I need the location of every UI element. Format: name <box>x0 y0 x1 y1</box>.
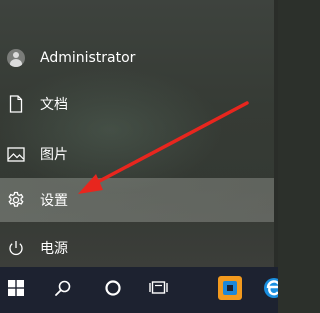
menu-edge <box>274 0 278 267</box>
task-view-icon <box>149 280 169 300</box>
user-name: Administrator <box>40 50 136 66</box>
picture-icon <box>6 144 26 164</box>
edge-browser-icon <box>262 276 278 304</box>
user-avatar-icon <box>6 48 26 68</box>
edge-browser-button[interactable] <box>262 267 278 313</box>
menu-item-label: 文档 <box>40 97 68 113</box>
start-button[interactable] <box>0 267 32 313</box>
gear-icon <box>6 190 26 210</box>
menu-item-label: 设置 <box>40 193 68 209</box>
taskbar <box>0 267 278 313</box>
power-icon <box>6 238 26 258</box>
search-icon <box>54 279 72 301</box>
app-icon-orange-blue <box>217 275 243 305</box>
cortana-button[interactable] <box>96 267 130 313</box>
task-view-button[interactable] <box>144 267 174 313</box>
user-account-item[interactable]: Administrator <box>0 36 274 80</box>
menu-item-settings[interactable]: 设置 <box>0 178 274 222</box>
start-menu: Administrator 文档 图片 设置 电源 <box>0 0 278 267</box>
document-icon <box>6 94 26 114</box>
search-button[interactable] <box>46 267 80 313</box>
menu-item-label: 电源 <box>40 241 68 257</box>
menu-item-power[interactable]: 电源 <box>0 226 274 267</box>
menu-item-label: 图片 <box>40 147 68 163</box>
windows-start-icon <box>8 280 24 300</box>
cortana-circle-icon <box>104 279 122 301</box>
menu-item-pictures[interactable]: 图片 <box>0 132 274 176</box>
menu-item-documents[interactable]: 文档 <box>0 82 274 126</box>
taskbar-app-button[interactable] <box>212 267 248 313</box>
